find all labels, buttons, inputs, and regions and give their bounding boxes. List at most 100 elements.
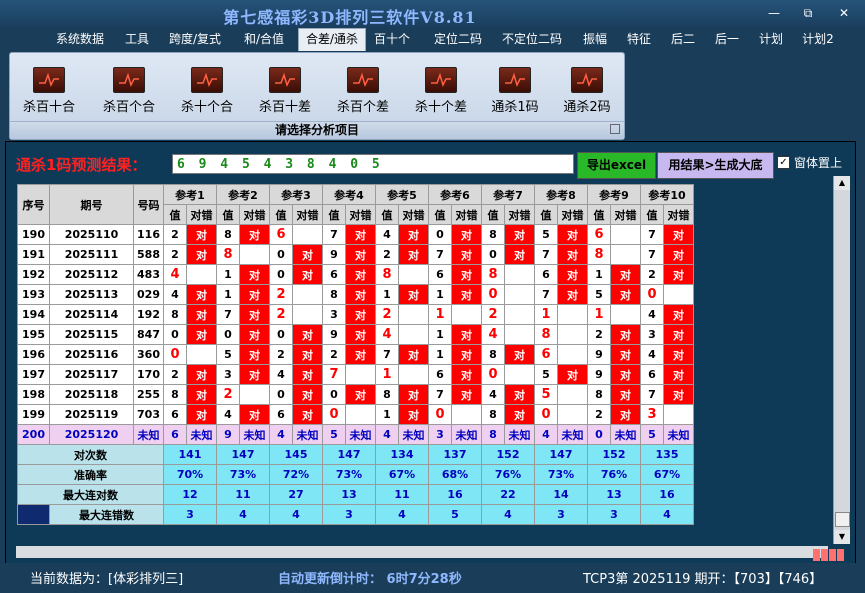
menu-item[interactable]: 后二 <box>665 29 701 49</box>
sub-val-header: 值 <box>269 204 293 225</box>
value-cell: 3 <box>640 404 664 425</box>
table-row[interactable]: 191 2025111 588 2 对 8 0 对 9 对 2 对 7 对 0 对 7 对 8 7 对 <box>17 244 694 265</box>
menu-item[interactable]: 系统数据 <box>52 29 108 49</box>
hit-cell: 对 <box>663 304 694 325</box>
value-cell: 7 <box>640 224 664 245</box>
menu-item[interactable]: 计划2 <box>798 29 838 49</box>
stats-value: 22 <box>481 484 535 505</box>
value-cell: 0 <box>163 344 187 365</box>
miss-cell <box>239 384 270 405</box>
table-row[interactable]: 194 2025114 192 8 对 7 对 2 3 对 2 1 2 1 1 4 对 <box>17 304 694 325</box>
menu-item[interactable]: 特征 <box>622 29 656 49</box>
horizontal-scrollbar[interactable] <box>16 546 828 558</box>
generate-base-button[interactable]: 用结果>生成大底 <box>657 152 774 179</box>
hit-cell: 对 <box>398 244 429 265</box>
chart-icon <box>113 67 145 93</box>
sub-val-header: 值 <box>216 204 240 225</box>
ribbon-button[interactable]: 通杀1码 <box>480 67 550 115</box>
value-cell: 8 <box>216 224 240 245</box>
stats-label: 最大连错数 <box>49 504 164 525</box>
scroll-up-icon[interactable]: ▲ <box>834 176 850 190</box>
stats-value: 68% <box>428 464 482 485</box>
close-icon[interactable]: ✕ <box>833 4 855 22</box>
scroll-thumb[interactable] <box>835 512 850 527</box>
menu-item[interactable]: 定位二码 <box>428 29 488 49</box>
num-cell: 588 <box>133 244 164 265</box>
menu-item[interactable]: 工具 <box>120 29 154 49</box>
stats-row: 最大连对数 12 11 27 13 11 16 22 14 13 16 <box>17 484 694 505</box>
table-row[interactable]: 192 2025112 483 4 1 对 0 对 6 对 8 6 对 8 6 对 1 对 2 对 <box>17 264 694 285</box>
sub-val-header: 值 <box>587 204 611 225</box>
pred-hit-cell: 未知 <box>292 424 323 445</box>
hit-cell: 对 <box>451 344 482 365</box>
miss-cell <box>398 264 429 285</box>
value-cell: 4 <box>375 224 399 245</box>
sub-val-header: 值 <box>640 204 664 225</box>
menu-item[interactable]: 后一 <box>709 29 745 49</box>
menu-item[interactable]: 百十个 <box>372 29 412 49</box>
hit-cell: 对 <box>239 264 270 285</box>
ribbon-button[interactable]: 杀百十差 <box>250 67 320 115</box>
ribbon-button-label: 杀百个合 <box>102 100 155 115</box>
table-row[interactable]: 190 2025110 116 2 对 8 对 6 7 对 4 对 0 对 8 对 5 对 6 7 对 <box>17 224 694 245</box>
table-row[interactable]: 199 2025119 703 6 对 4 对 6 对 0 1 对 0 8 对 0 2 对 3 <box>17 404 694 425</box>
value-cell: 2 <box>163 224 187 245</box>
scroll-down-icon[interactable]: ▼ <box>834 530 850 544</box>
stats-value: 70% <box>163 464 217 485</box>
miss-cell <box>557 404 588 425</box>
pred-value-cell: 4 <box>534 424 558 445</box>
prediction-row[interactable]: 200 2025120 未知 6 未知 9 未知 4 未知 5 未知 4 未知 3 未知 8 未知 4 未知 0 未知 5… <box>17 424 694 445</box>
hit-cell: 对 <box>292 324 323 345</box>
miss-cell <box>504 284 535 305</box>
ribbon-button[interactable]: 通杀2码 <box>552 67 622 115</box>
predict-result-field[interactable]: 6 9 4 5 4 3 8 4 0 5 <box>172 154 574 174</box>
table-row[interactable]: 195 2025115 847 0 对 0 对 0 对 9 对 4 1 对 4 8 2 对 3 对 <box>17 324 694 345</box>
table-row[interactable]: 197 2025117 170 2 对 3 对 4 对 7 1 6 对 0 5 对 9 对 6 对 <box>17 364 694 385</box>
ribbon-button[interactable]: 杀百十合 <box>14 67 84 115</box>
hit-cell: 对 <box>663 224 694 245</box>
value-cell: 6 <box>428 264 452 285</box>
table-row[interactable]: 198 2025118 255 8 对 2 0 对 0 对 8 对 7 对 4 对 5 8 对 7 对 <box>17 384 694 405</box>
miss-cell <box>504 324 535 345</box>
minimize-icon[interactable]: — <box>763 4 785 22</box>
menu-item[interactable]: 合差/通杀 <box>298 28 366 51</box>
miss-cell <box>398 364 429 385</box>
current-data-status: 当前数据为：[体彩排列三] <box>30 572 184 587</box>
ribbon-button[interactable]: 杀百个差 <box>328 67 398 115</box>
value-cell: 1 <box>428 304 452 325</box>
hit-cell: 对 <box>663 244 694 265</box>
value-cell: 0 <box>428 404 452 425</box>
value-cell: 5 <box>534 384 558 405</box>
chart-icon <box>571 67 603 93</box>
pred-hit-cell: 未知 <box>504 424 535 445</box>
hit-cell: 对 <box>451 364 482 385</box>
export-excel-button[interactable]: 导出excel <box>577 152 656 179</box>
pin-window-checkbox[interactable]: ✓ <box>777 156 790 169</box>
menu-item[interactable]: 振幅 <box>578 29 612 49</box>
value-cell: 2 <box>163 364 187 385</box>
stats-value: 3 <box>163 504 217 525</box>
value-cell: 5 <box>216 344 240 365</box>
hit-cell: 对 <box>557 364 588 385</box>
menu-item[interactable]: 和/合值 <box>237 29 291 49</box>
restore-icon[interactable]: ⧉ <box>797 4 819 22</box>
hit-cell: 对 <box>610 284 641 305</box>
seq-cell: 199 <box>17 404 50 425</box>
ribbon-button[interactable]: 杀十个差 <box>406 67 476 115</box>
value-cell: 3 <box>322 304 346 325</box>
value-cell: 5 <box>534 364 558 385</box>
stats-value: 137 <box>428 444 482 465</box>
table-row[interactable]: 196 2025116 360 0 5 对 2 对 2 对 7 对 1 对 8 对 6 9 对 4 对 <box>17 344 694 365</box>
table-row[interactable]: 193 2025113 029 4 对 1 对 2 8 对 1 对 1 对 0 7 对 5 对 0 <box>17 284 694 305</box>
ribbon-caption: 请选择分析项目 <box>10 121 624 139</box>
menu-item[interactable]: 不定位二码 <box>496 29 568 49</box>
menu-item[interactable]: 跨度/复式 <box>163 29 227 49</box>
menu-item[interactable]: 计划 <box>754 29 788 49</box>
value-cell: 3 <box>640 324 664 345</box>
hit-cell: 对 <box>345 324 376 345</box>
period-cell: 2025111 <box>49 244 134 265</box>
ribbon-launcher-icon[interactable] <box>610 124 620 134</box>
vertical-scrollbar[interactable]: ▲ ▼ <box>833 176 850 544</box>
ribbon-button[interactable]: 杀百个合 <box>94 67 164 115</box>
ribbon-button[interactable]: 杀十个合 <box>172 67 242 115</box>
